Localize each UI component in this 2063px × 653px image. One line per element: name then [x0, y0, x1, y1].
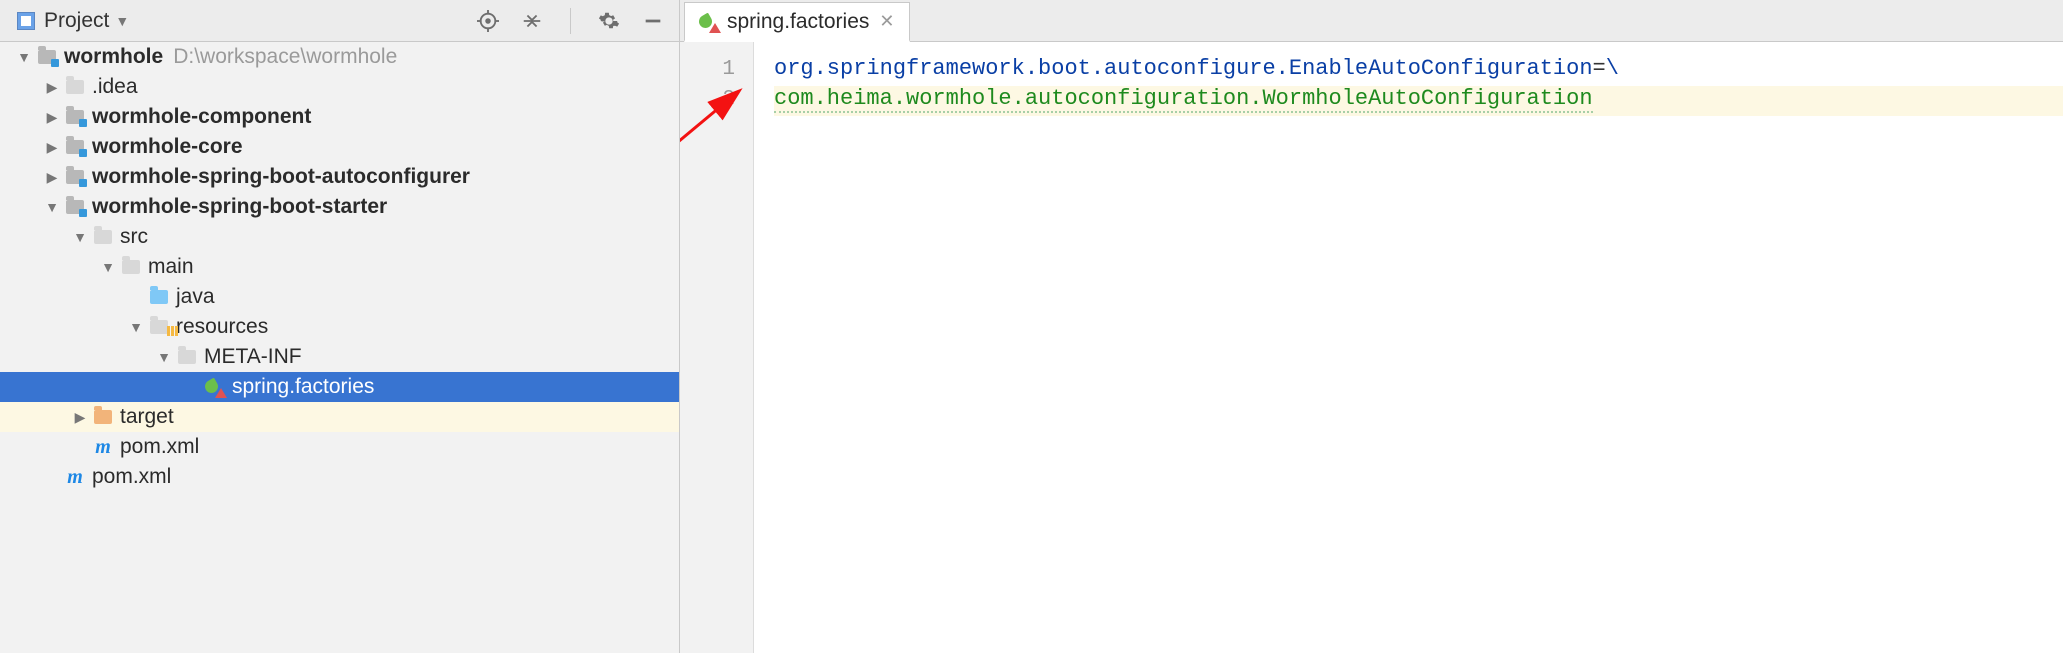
tree-item-path: D:\workspace\wormhole — [173, 45, 397, 69]
expand-arrow-icon[interactable]: ▼ — [128, 319, 144, 335]
tree-item-core[interactable]: ▶ wormhole-core — [0, 132, 679, 162]
tree-item-label: wormhole-spring-boot-starter — [92, 195, 387, 219]
folder-orange-icon — [92, 406, 114, 428]
collapse-all-icon[interactable] — [520, 9, 544, 33]
expand-arrow-icon[interactable]: ▼ — [72, 229, 88, 245]
hide-icon[interactable] — [641, 9, 665, 33]
tree-item-main[interactable]: ▼ main — [0, 252, 679, 282]
folder-lite-icon — [120, 256, 142, 278]
tree-item-label: wormhole-component — [92, 105, 311, 129]
tree-item-idea[interactable]: ▶ .idea — [0, 72, 679, 102]
expand-arrow-icon[interactable]: ▶ — [44, 139, 60, 156]
tree-item-resources[interactable]: ▼ resources — [0, 312, 679, 342]
expand-arrow-icon[interactable]: ▼ — [16, 49, 32, 65]
project-header: Project ▼ — [0, 0, 679, 42]
tree-item-label: wormhole-core — [92, 135, 243, 159]
equals-sign: = — [1593, 56, 1606, 81]
maven-icon: m — [92, 436, 114, 458]
expand-arrow-icon[interactable]: ▼ — [156, 349, 172, 365]
tree-item-label: wormhole-spring-boot-autoconfigurer — [92, 165, 470, 189]
tree-item-factories[interactable]: spring.factories — [0, 372, 679, 402]
expand-arrow-icon[interactable]: ▶ — [72, 409, 88, 426]
module-icon — [64, 106, 86, 128]
tree-item-target[interactable]: ▶ target — [0, 402, 679, 432]
gear-icon[interactable] — [597, 9, 621, 33]
gutter: 1 2 — [680, 42, 754, 653]
editor-body: 1 2 org.springframework.boot.autoconfigu… — [680, 42, 2063, 653]
divider — [570, 8, 571, 34]
property-value: com.heima.wormhole.autoconfiguration.Wor… — [774, 86, 1593, 113]
tree-item-starter[interactable]: ▼ wormhole-spring-boot-starter — [0, 192, 679, 222]
tree-item-label: wormhole — [64, 45, 163, 69]
folder-blue-icon — [148, 286, 170, 308]
tree-item-label: src — [120, 225, 148, 249]
expand-arrow-icon[interactable]: ▶ — [44, 79, 60, 96]
module-icon — [64, 196, 86, 218]
folder-lite-icon — [64, 76, 86, 98]
line-number: 1 — [680, 56, 753, 86]
module-icon — [64, 136, 86, 158]
tree-item-label: spring.factories — [232, 375, 374, 399]
expand-arrow-icon[interactable]: ▶ — [44, 169, 60, 186]
property-key: org.springframework.boot.autoconfigure.E… — [774, 56, 1593, 81]
module-icon — [36, 46, 58, 68]
line-number: 2 — [680, 86, 753, 116]
close-tab-icon[interactable]: ✕ — [877, 11, 896, 32]
project-view-icon — [14, 9, 38, 33]
tab-spring-factories[interactable]: spring.factories ✕ — [684, 2, 910, 42]
maven-icon: m — [64, 466, 86, 488]
editor-tabs: spring.factories ✕ — [680, 0, 2063, 42]
code-area[interactable]: org.springframework.boot.autoconfigure.E… — [754, 42, 2063, 653]
tree-item-pom0[interactable]: m pom.xml — [0, 462, 679, 492]
tree-item-pom1[interactable]: m pom.xml — [0, 432, 679, 462]
tree-item-comp[interactable]: ▶ wormhole-component — [0, 102, 679, 132]
expand-arrow-icon[interactable]: ▼ — [100, 259, 116, 275]
tree-item-src[interactable]: ▼ src — [0, 222, 679, 252]
expand-arrow-icon[interactable]: ▼ — [44, 199, 60, 215]
chevron-down-icon: ▼ — [115, 13, 129, 29]
code-line: org.springframework.boot.autoconfigure.E… — [774, 56, 2063, 86]
tree-item-label: main — [148, 255, 194, 279]
module-icon — [64, 166, 86, 188]
tree-item-label: target — [120, 405, 174, 429]
continuation-backslash: \ — [1606, 56, 1619, 81]
tree-item-label: pom.xml — [92, 465, 171, 489]
spring-file-icon — [699, 13, 719, 31]
editor-area: spring.factories ✕ 1 2 org.springframewo… — [680, 0, 2063, 653]
tree-item-autoconf[interactable]: ▶ wormhole-spring-boot-autoconfigurer — [0, 162, 679, 192]
folder-lite-icon — [92, 226, 114, 248]
project-tree[interactable]: ▼ wormhole D:\workspace\wormhole ▶ .idea ▶ wor… — [0, 42, 679, 653]
project-view-selector[interactable]: Project ▼ — [14, 9, 129, 33]
project-header-actions — [476, 8, 671, 34]
tree-item-label: META-INF — [204, 345, 302, 369]
tree-item-root[interactable]: ▼ wormhole D:\workspace\wormhole — [0, 42, 679, 72]
tree-item-label: resources — [176, 315, 268, 339]
folder-res-icon — [148, 316, 170, 338]
tree-item-java[interactable]: java — [0, 282, 679, 312]
tab-label: spring.factories — [727, 10, 869, 34]
tree-item-metainf[interactable]: ▼ META-INF — [0, 342, 679, 372]
tree-item-label: pom.xml — [120, 435, 199, 459]
spring-file-icon — [204, 376, 226, 398]
project-tool-window: Project ▼ ▼wormholeD:\workspa — [0, 0, 680, 653]
tree-item-label: .idea — [92, 75, 138, 99]
code-line: com.heima.wormhole.autoconfiguration.Wor… — [774, 86, 2063, 116]
tree-item-label: java — [176, 285, 215, 309]
expand-arrow-icon[interactable]: ▶ — [44, 109, 60, 126]
folder-lite-icon — [176, 346, 198, 368]
locate-icon[interactable] — [476, 9, 500, 33]
project-view-title: Project — [44, 9, 109, 33]
